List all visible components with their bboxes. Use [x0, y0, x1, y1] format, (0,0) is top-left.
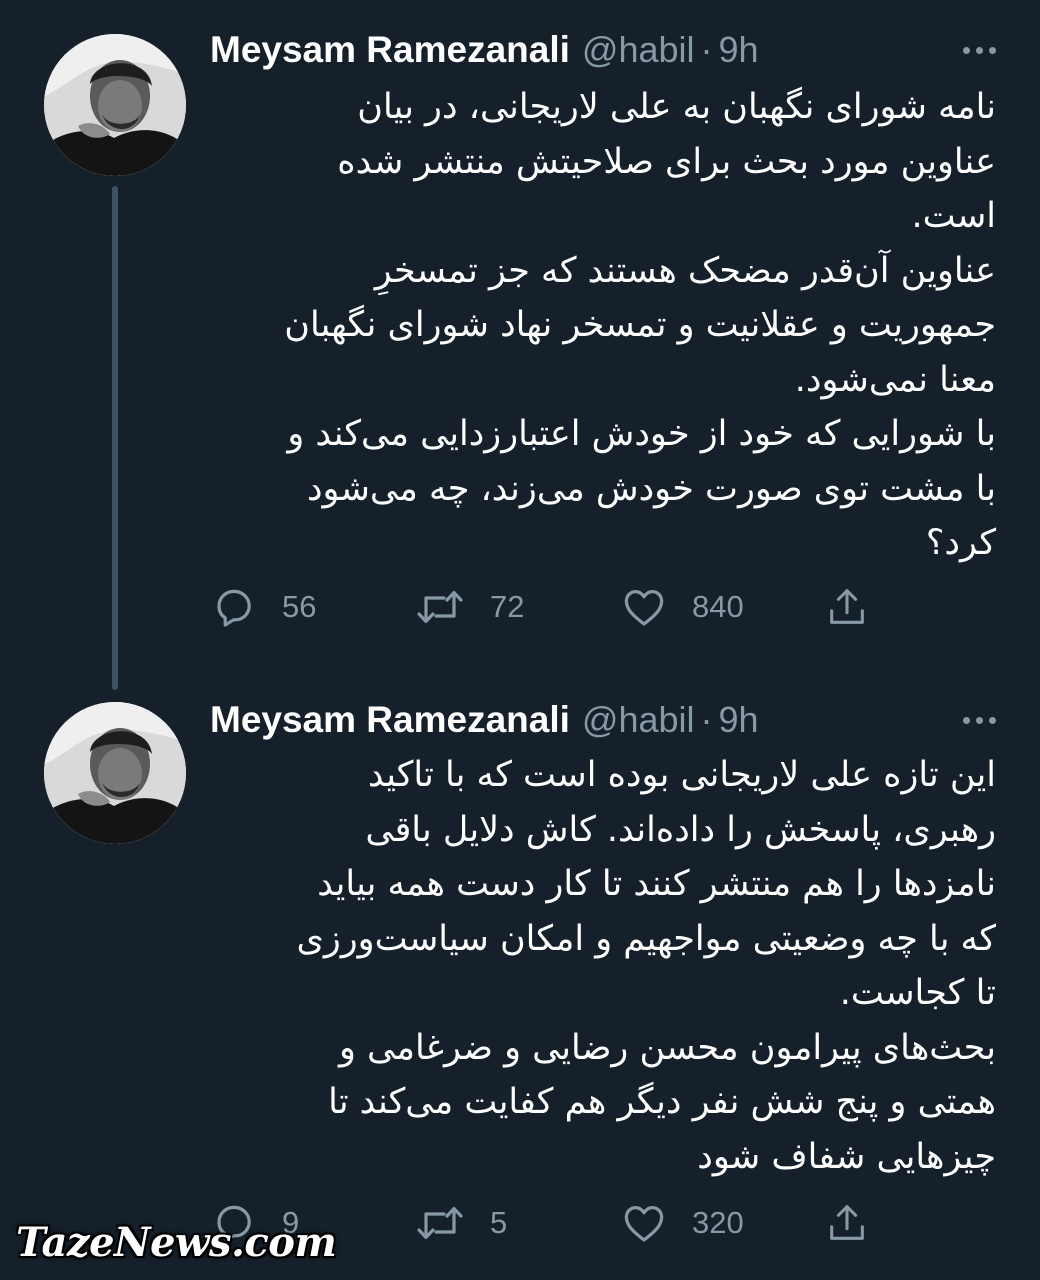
author-name[interactable]: Meysam Ramezanali	[210, 29, 570, 71]
avatar[interactable]	[44, 702, 186, 844]
tweet-actions: 56 72 840	[210, 582, 890, 632]
tweet[interactable]: Meysam Ramezanali @habil · 9h این تازه ع…	[0, 690, 1040, 1280]
tweet-line: با شورایی که خود از خودش اعتبارزدایی می‌…	[287, 414, 996, 454]
share-icon	[830, 1205, 864, 1240]
tweet-line: بحث‌های پیرامون محسن رضایی و ضرغامی و	[339, 1027, 996, 1068]
tweet-line: کرد؟	[925, 523, 996, 563]
retweet-count: 5	[490, 1205, 508, 1240]
avatar-photo	[44, 34, 186, 176]
like-icon	[624, 590, 664, 626]
separator-dot: ·	[700, 699, 713, 740]
tweet-line: با مشت توی صورت خودش می‌زند، چه می‌شود	[306, 468, 996, 509]
tweet-line: عناوین آن‌قدر مضحک هستند که جز تمسخرِ	[374, 250, 996, 291]
like-button[interactable]: 840	[620, 582, 744, 632]
tweet-line: که با چه وضعیتی مواجهیم و امکان سیاست‌ور…	[296, 918, 996, 959]
tweet-line: نامزدها را هم منتشر کنند تا کار دست همه …	[317, 864, 996, 904]
tweet-line: نامه شورای نگهبان به علی لاریجانی، در بی…	[357, 87, 996, 127]
retweet-icon	[417, 1207, 463, 1239]
avatar[interactable]	[44, 34, 186, 176]
author-handle[interactable]: @habil	[582, 699, 695, 741]
thread-connector	[112, 186, 118, 690]
tweet-text: این تازه علی لاریجانی بوده است که با تاک…	[200, 748, 996, 1184]
share-icon	[830, 589, 864, 624]
tweet-time[interactable]: 9h	[719, 29, 759, 71]
retweet-count: 72	[490, 589, 525, 624]
tweet-header: Meysam Ramezanali @habil · 9h	[210, 694, 1000, 746]
author-handle[interactable]: @habil	[582, 29, 695, 71]
retweet-button[interactable]: 5	[414, 1198, 507, 1248]
tweet-line: است.	[911, 196, 996, 236]
tweet-line: عناوین مورد بحث برای صلاحیتش منتشر شده	[337, 141, 996, 182]
watermark-logo: TazeNews.com	[16, 1219, 337, 1266]
tweet-line: رهبری، پاسخش را داده‌اند. کاش دلایل باقی	[365, 809, 996, 850]
like-count: 840	[692, 589, 744, 624]
tweet-line: جمهوریت و عقلانیت و تمسخر نهاد شورای نگه…	[284, 305, 996, 345]
tweet-line: همتی و پنج شش نفر دیگر هم کفایت می‌کند ت…	[328, 1082, 996, 1122]
retweet-icon	[417, 591, 463, 623]
reply-count: 56	[282, 589, 317, 624]
reply-button[interactable]: 56	[210, 582, 316, 632]
like-icon	[624, 1206, 664, 1242]
retweet-button[interactable]: 72	[414, 582, 524, 632]
tweet-time[interactable]: 9h	[719, 699, 759, 741]
tweet-line: چیزهایی شفاف شود	[697, 1136, 996, 1177]
tweet-text: نامه شورای نگهبان به علی لاریجانی، در بی…	[200, 80, 996, 571]
avatar-photo	[44, 702, 186, 844]
tweet-header: Meysam Ramezanali @habil · 9h	[210, 24, 1000, 76]
separator-dot: ·	[700, 29, 713, 70]
share-button[interactable]	[824, 582, 870, 632]
like-button[interactable]: 320	[620, 1198, 744, 1248]
more-icon[interactable]	[959, 41, 1000, 60]
tweet-line: معنا نمی‌شود.	[794, 359, 996, 400]
like-count: 320	[692, 1205, 744, 1240]
more-icon[interactable]	[959, 711, 1000, 730]
tweet[interactable]: Meysam Ramezanali @habil · 9h نامه شورای…	[0, 0, 1040, 690]
share-button[interactable]	[824, 1198, 870, 1248]
reply-icon	[217, 589, 251, 627]
tweet-line: تا کجاست.	[839, 973, 996, 1013]
author-name[interactable]: Meysam Ramezanali	[210, 699, 570, 741]
tweet-line: این تازه علی لاریجانی بوده است که با تاک…	[367, 755, 996, 795]
